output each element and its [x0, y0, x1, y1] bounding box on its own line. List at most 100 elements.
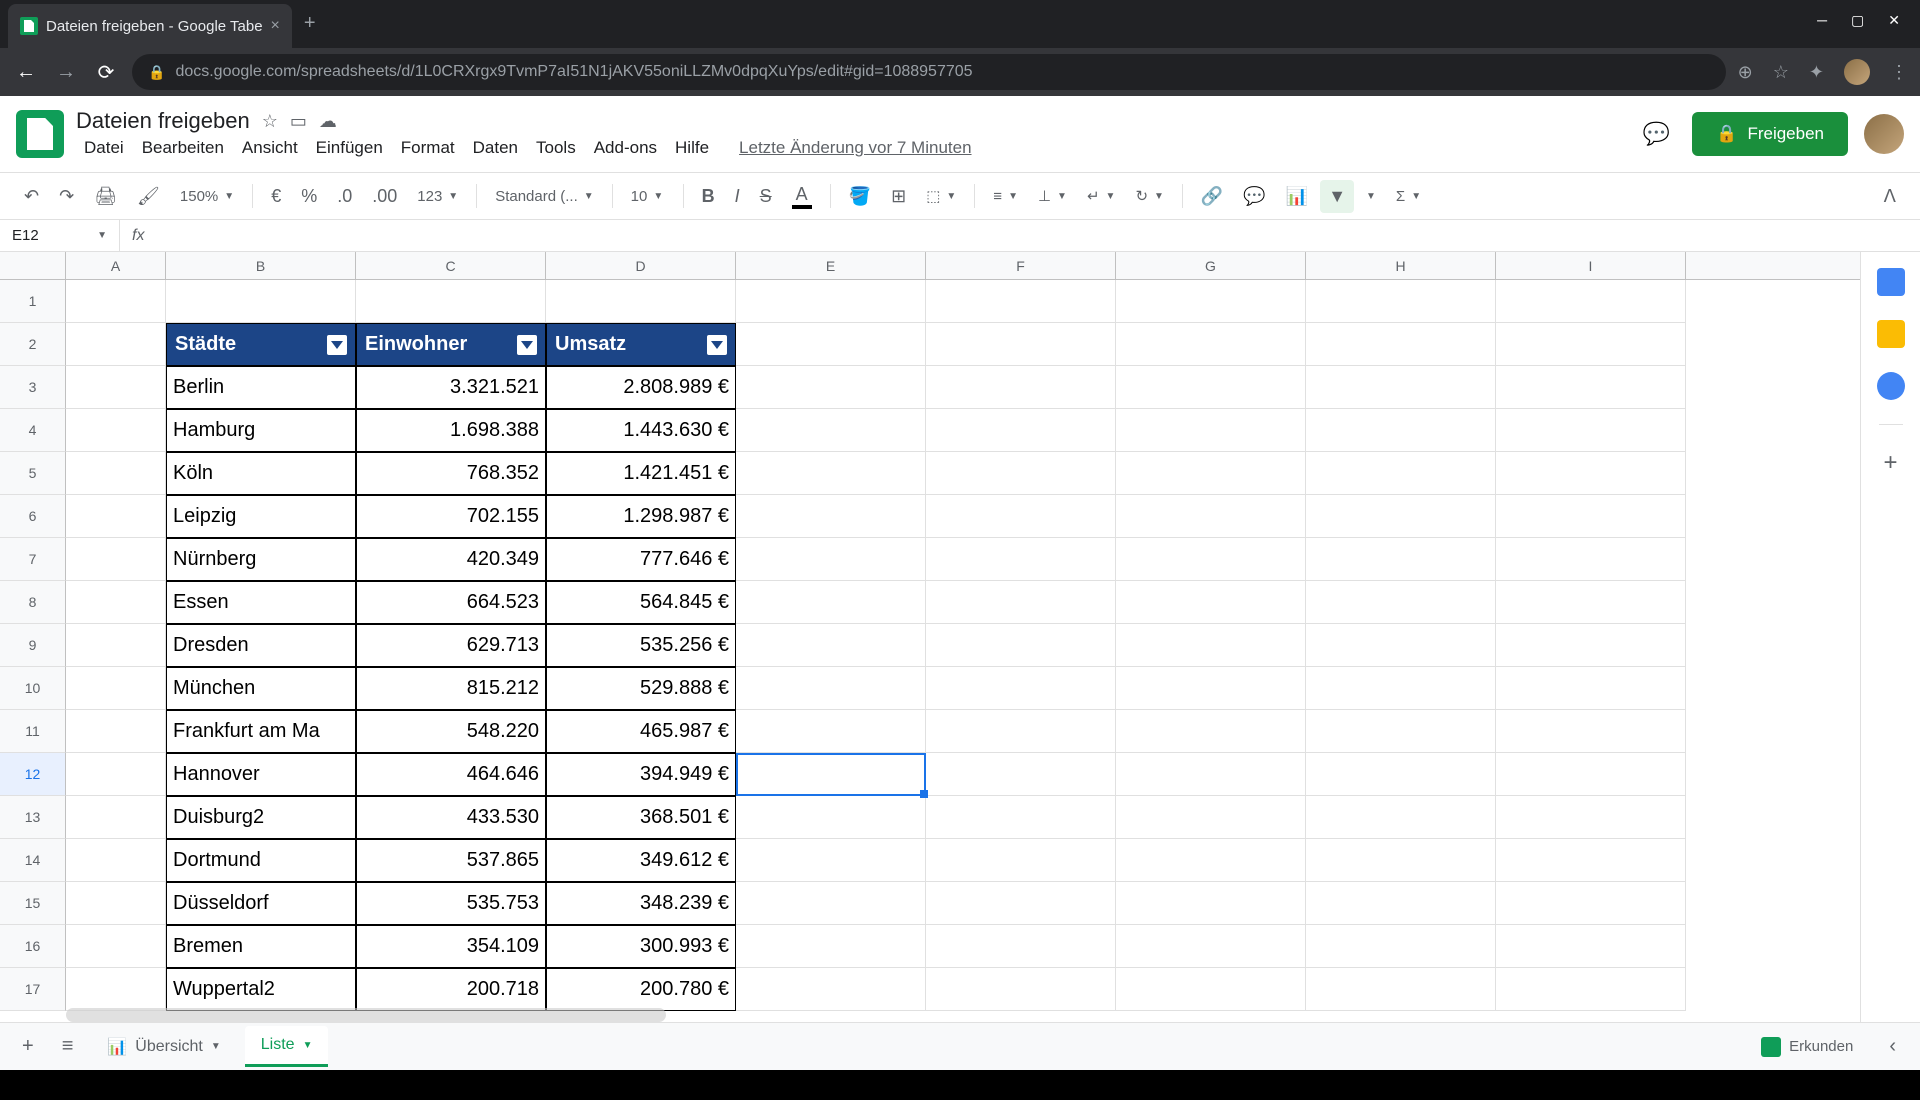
cell[interactable]: Wuppertal2: [166, 968, 356, 1011]
cell[interactable]: [736, 882, 926, 925]
cell[interactable]: [546, 280, 736, 323]
text-color-button[interactable]: A: [784, 178, 820, 215]
cell[interactable]: [926, 452, 1116, 495]
cell[interactable]: [1306, 882, 1496, 925]
cell[interactable]: [736, 452, 926, 495]
column-header-C[interactable]: C: [356, 252, 546, 279]
cell[interactable]: [736, 796, 926, 839]
cell[interactable]: [1116, 366, 1306, 409]
cell[interactable]: 433.530: [356, 796, 546, 839]
document-title[interactable]: Dateien freigeben: [76, 108, 250, 134]
cell[interactable]: [66, 538, 166, 581]
cell[interactable]: [926, 925, 1116, 968]
cell[interactable]: [166, 280, 356, 323]
url-input[interactable]: 🔒 docs.google.com/spreadsheets/d/1L0CRXr…: [132, 54, 1726, 90]
cell[interactable]: [1306, 323, 1496, 366]
menu-format[interactable]: Format: [393, 136, 463, 160]
column-header-B[interactable]: B: [166, 252, 356, 279]
cell[interactable]: [736, 366, 926, 409]
cell[interactable]: [66, 366, 166, 409]
cell[interactable]: [926, 796, 1116, 839]
filter-icon[interactable]: [517, 335, 537, 355]
cell[interactable]: [926, 581, 1116, 624]
tasks-sidebar-icon[interactable]: [1877, 372, 1905, 400]
row-header[interactable]: 2: [0, 323, 66, 366]
cell[interactable]: [66, 495, 166, 538]
column-header-E[interactable]: E: [736, 252, 926, 279]
cell[interactable]: [1116, 495, 1306, 538]
menu-datei[interactable]: Datei: [76, 136, 132, 160]
cell[interactable]: 777.646 €: [546, 538, 736, 581]
filter-icon[interactable]: [327, 335, 347, 355]
move-doc-icon[interactable]: ▭: [290, 111, 307, 132]
cell[interactable]: [1116, 452, 1306, 495]
cloud-status-icon[interactable]: ☁: [319, 111, 337, 132]
cell[interactable]: [66, 710, 166, 753]
cell[interactable]: [1496, 710, 1686, 753]
cell[interactable]: [1306, 581, 1496, 624]
cell[interactable]: [1496, 925, 1686, 968]
cell[interactable]: [1496, 581, 1686, 624]
text-wrap-button[interactable]: ↵▼: [1079, 183, 1123, 209]
cell[interactable]: [1496, 968, 1686, 1011]
cell[interactable]: 564.845 €: [546, 581, 736, 624]
cell[interactable]: [926, 495, 1116, 538]
cell[interactable]: [1116, 280, 1306, 323]
cell[interactable]: [66, 753, 166, 796]
close-tab-icon[interactable]: ×: [271, 17, 280, 35]
redo-button[interactable]: ↷: [51, 180, 82, 213]
cell[interactable]: Hamburg: [166, 409, 356, 452]
cell[interactable]: Nürnberg: [166, 538, 356, 581]
star-doc-icon[interactable]: ☆: [262, 111, 278, 132]
cell[interactable]: [1116, 409, 1306, 452]
add-sidebar-icon[interactable]: +: [1883, 449, 1897, 477]
increase-decimal-button[interactable]: .00: [364, 180, 405, 213]
keep-sidebar-icon[interactable]: [1877, 320, 1905, 348]
cell[interactable]: [926, 366, 1116, 409]
menu-bearbeiten[interactable]: Bearbeiten: [134, 136, 232, 160]
filter-button[interactable]: ▼: [1320, 180, 1354, 213]
minimize-icon[interactable]: ─: [1817, 12, 1827, 29]
cell[interactable]: [1116, 538, 1306, 581]
row-header[interactable]: 10: [0, 667, 66, 710]
cell[interactable]: 537.865: [356, 839, 546, 882]
comments-button[interactable]: 💬: [1636, 114, 1676, 154]
row-header[interactable]: 1: [0, 280, 66, 323]
browser-tab[interactable]: Dateien freigeben - Google Tabe ×: [8, 4, 292, 48]
profile-avatar-small[interactable]: [1844, 59, 1870, 85]
cell[interactable]: 3.321.521: [356, 366, 546, 409]
back-button[interactable]: ←: [12, 61, 40, 84]
cell[interactable]: [1496, 495, 1686, 538]
cell[interactable]: [1116, 882, 1306, 925]
cell[interactable]: [66, 409, 166, 452]
cell[interactable]: Umsatz: [546, 323, 736, 366]
cell[interactable]: 300.993 €: [546, 925, 736, 968]
cell[interactable]: Duisburg2: [166, 796, 356, 839]
cell[interactable]: Düsseldorf: [166, 882, 356, 925]
cell[interactable]: Dortmund: [166, 839, 356, 882]
cell[interactable]: [66, 581, 166, 624]
explore-button[interactable]: Erkunden: [1745, 1029, 1869, 1065]
cell[interactable]: [1116, 667, 1306, 710]
cell[interactable]: [1306, 538, 1496, 581]
cell[interactable]: [66, 968, 166, 1011]
spreadsheet-grid[interactable]: ABCDEFGHI 12StädteEinwohnerUmsatz3Berlin…: [0, 252, 1860, 1022]
zoom-icon[interactable]: ⊕: [1738, 62, 1753, 83]
cell[interactable]: [66, 882, 166, 925]
cell[interactable]: [926, 882, 1116, 925]
cell[interactable]: [1306, 624, 1496, 667]
forward-button[interactable]: →: [52, 61, 80, 84]
row-header[interactable]: 17: [0, 968, 66, 1011]
last-edit-link[interactable]: Letzte Änderung vor 7 Minuten: [731, 136, 979, 160]
menu-ansicht[interactable]: Ansicht: [234, 136, 306, 160]
cell[interactable]: [736, 581, 926, 624]
menu-hilfe[interactable]: Hilfe: [667, 136, 717, 160]
cell[interactable]: [1496, 323, 1686, 366]
row-header[interactable]: 13: [0, 796, 66, 839]
add-sheet-button[interactable]: +: [12, 1027, 44, 1066]
cell[interactable]: [736, 753, 926, 796]
cell[interactable]: 529.888 €: [546, 667, 736, 710]
cell[interactable]: [736, 323, 926, 366]
vertical-align-button[interactable]: ⊥▼: [1030, 183, 1075, 209]
collapse-toolbar-button[interactable]: ᐱ: [1876, 180, 1904, 213]
